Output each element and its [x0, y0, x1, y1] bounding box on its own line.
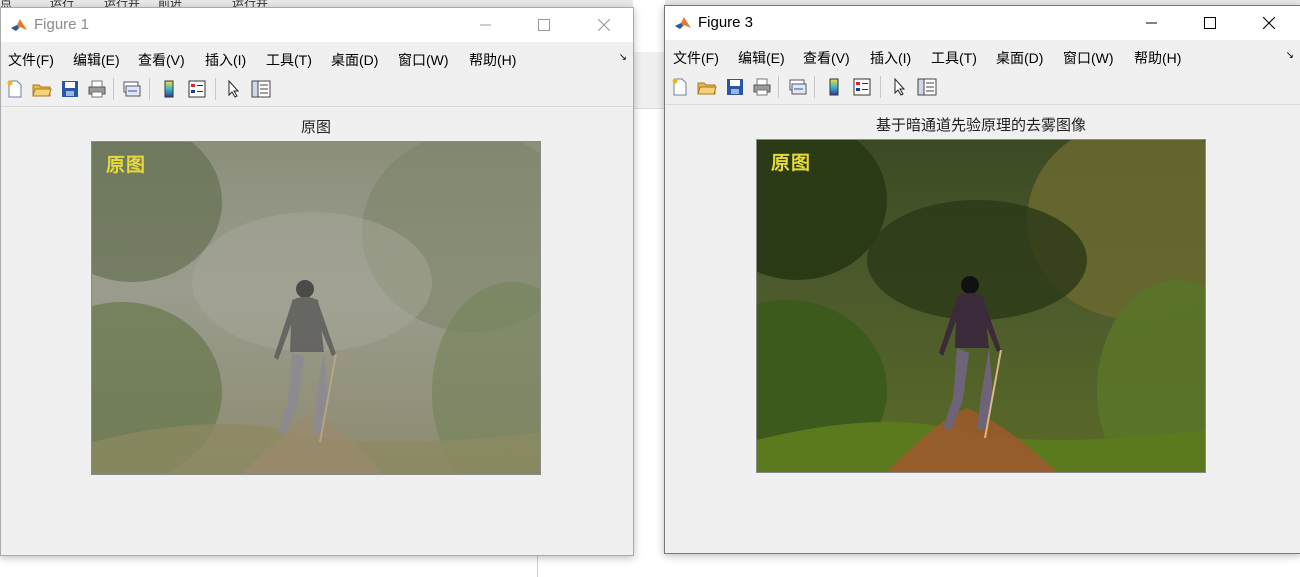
- image-overlay-label: 原图: [106, 155, 147, 176]
- print-icon[interactable]: [87, 79, 107, 99]
- menu-tools[interactable]: 工具(T): [931, 48, 977, 68]
- dock-arrow-icon[interactable]: ↘: [619, 52, 627, 63]
- save-icon[interactable]: [725, 77, 745, 97]
- new-figure-icon[interactable]: [5, 79, 25, 99]
- figure3-window[interactable]: Figure 3 文件(F) 编辑(E) 查看(V) 插入(I) 工具(T) 桌…: [664, 5, 1300, 554]
- menu-bar: 文件(F) 编辑(E) 查看(V) 插入(I) 工具(T) 桌面(D) 窗口(W…: [1, 42, 633, 72]
- menu-window[interactable]: 窗口(W): [1063, 48, 1114, 68]
- window-title: Figure 3: [698, 14, 754, 31]
- maximize-button[interactable]: [1181, 6, 1239, 40]
- menu-edit[interactable]: 编辑(E): [738, 48, 785, 68]
- insert-legend-icon[interactable]: [852, 77, 872, 97]
- open-file-icon[interactable]: [697, 77, 717, 97]
- matlab-icon: [10, 16, 28, 34]
- menu-bar: 文件(F) 编辑(E) 查看(V) 插入(I) 工具(T) 桌面(D) 窗口(W…: [665, 40, 1300, 70]
- dock-arrow-icon[interactable]: ↘: [1286, 50, 1294, 61]
- print-icon[interactable]: [752, 77, 772, 97]
- dehazed-forest-image: 原图: [756, 139, 1206, 473]
- select-arrow-icon[interactable]: [224, 79, 244, 99]
- background-app-gap: [633, 0, 665, 577]
- save-icon[interactable]: [60, 79, 80, 99]
- link-plot-icon[interactable]: [122, 79, 142, 99]
- figure-toolbar: [1, 72, 633, 107]
- background-divider: [537, 555, 538, 577]
- figure-canvas: 原图 原图: [1, 107, 633, 555]
- new-figure-icon[interactable]: [670, 77, 690, 97]
- image-overlay-label: 原图: [771, 153, 812, 174]
- select-arrow-icon[interactable]: [890, 77, 910, 97]
- hazy-forest-image: 原图: [91, 141, 541, 475]
- menu-insert[interactable]: 插入(I): [205, 50, 246, 70]
- link-plot-icon[interactable]: [788, 77, 808, 97]
- menu-file[interactable]: 文件(F): [673, 48, 719, 68]
- menu-insert[interactable]: 插入(I): [870, 48, 911, 68]
- minimize-button[interactable]: [457, 8, 515, 42]
- matlab-icon: [674, 14, 692, 32]
- figure-canvas: 基于暗通道先验原理的去雾图像 原图: [665, 105, 1300, 553]
- menu-help[interactable]: 帮助(H): [1134, 48, 1181, 68]
- maximize-button[interactable]: [515, 8, 573, 42]
- figure3-titlebar[interactable]: Figure 3: [665, 6, 1300, 40]
- open-file-icon[interactable]: [32, 79, 52, 99]
- insert-colorbar-icon[interactable]: [824, 77, 844, 97]
- menu-view[interactable]: 查看(V): [803, 48, 850, 68]
- menu-file[interactable]: 文件(F): [8, 50, 54, 70]
- close-button[interactable]: [1240, 6, 1298, 40]
- figure1-titlebar[interactable]: Figure 1: [1, 8, 633, 42]
- menu-desktop[interactable]: 桌面(D): [996, 48, 1043, 68]
- axes-title: 原图: [300, 118, 332, 136]
- figure1-window[interactable]: Figure 1 文件(F) 编辑(E) 查看(V) 插入(I) 工具(T) 桌…: [0, 7, 634, 556]
- insert-legend-icon[interactable]: [187, 79, 207, 99]
- insert-colorbar-icon[interactable]: [159, 79, 179, 99]
- close-button[interactable]: [575, 8, 633, 42]
- property-inspector-icon[interactable]: [251, 79, 271, 99]
- property-inspector-icon[interactable]: [917, 77, 937, 97]
- menu-window[interactable]: 窗口(W): [398, 50, 449, 70]
- axes-title: 基于暗通道先验原理的去雾图像: [875, 116, 1087, 134]
- menu-desktop[interactable]: 桌面(D): [331, 50, 378, 70]
- menu-edit[interactable]: 编辑(E): [73, 50, 120, 70]
- menu-help[interactable]: 帮助(H): [469, 50, 516, 70]
- menu-tools[interactable]: 工具(T): [266, 50, 312, 70]
- window-title: Figure 1: [34, 16, 90, 33]
- menu-view[interactable]: 查看(V): [138, 50, 185, 70]
- figure-toolbar: [665, 70, 1300, 105]
- minimize-button[interactable]: [1123, 6, 1181, 40]
